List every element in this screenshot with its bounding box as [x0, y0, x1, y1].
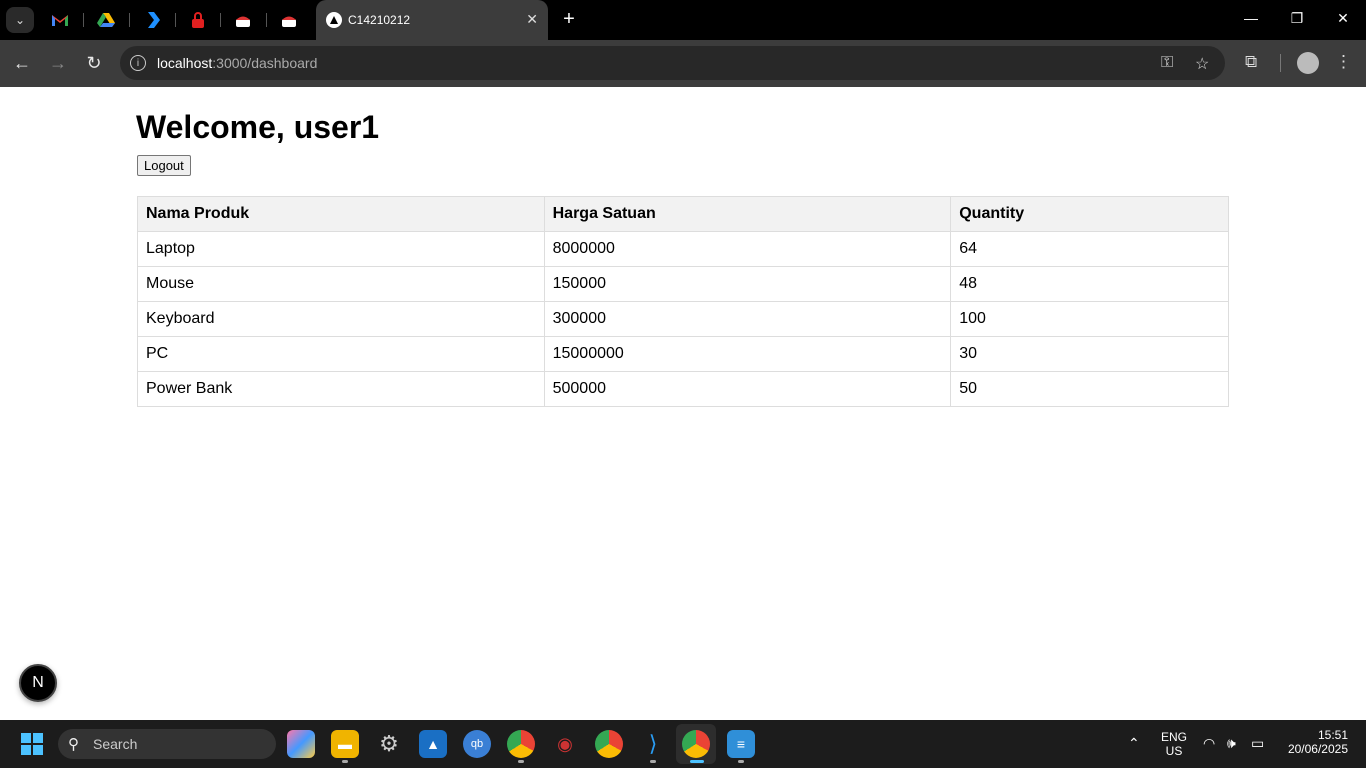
qbittorrent-icon[interactable]: qb: [463, 730, 491, 758]
obs-icon[interactable]: ◉: [551, 730, 579, 758]
taskbar-search[interactable]: ⚲ Search: [58, 729, 276, 759]
profile-avatar[interactable]: [1297, 52, 1319, 74]
site-info-icon[interactable]: i: [130, 55, 146, 71]
tray-overflow-chevron-icon[interactable]: ⌃: [1128, 735, 1140, 752]
product-name-cell: Mouse: [137, 266, 545, 302]
search-icon: ⚲: [68, 736, 79, 753]
logout-button[interactable]: Logout: [137, 155, 191, 176]
clock[interactable]: 15:51 20/06/2025: [1282, 728, 1348, 756]
table-row: Power Bank 500000 50: [137, 371, 1229, 407]
chrome-profile-icon[interactable]: [595, 730, 623, 758]
column-header-harga-satuan: Harga Satuan: [543, 196, 952, 232]
notepad-icon[interactable]: ≡: [727, 730, 755, 758]
quantity-cell: 50: [950, 371, 1229, 407]
minimize-icon[interactable]: —: [1241, 10, 1261, 26]
chrome-active-icon[interactable]: [682, 730, 710, 758]
gmail-icon: [52, 15, 68, 26]
unit-price-cell: 300000: [543, 301, 952, 337]
table-header-row: Nama Produk Harga Satuan Quantity: [137, 196, 1229, 232]
chrome-dev-icon[interactable]: [507, 730, 535, 758]
back-icon[interactable]: ←: [11, 52, 33, 74]
cake-pinned-tab-2[interactable]: [277, 8, 301, 32]
taskbar-search-label: Search: [93, 736, 138, 752]
page-content: Welcome, user1 Logout Nama Produk Harga …: [0, 87, 1366, 720]
column-header-nama-produk: Nama Produk: [137, 196, 545, 232]
volume-icon[interactable]: 🕪: [1227, 735, 1236, 752]
battery-icon[interactable]: ▭: [1251, 735, 1264, 752]
product-table: Nama Produk Harga Satuan Quantity Laptop…: [137, 196, 1229, 407]
product-name-cell: Laptop: [137, 231, 545, 267]
browser-toolbar: ← → ↻ i localhost:3000/dashboard ⚿ ☆ ⧉ ⋮: [0, 40, 1366, 87]
tab-strip: ⌄ C14210212 ✕ + — ❐ ✕: [0, 0, 1366, 40]
unit-price-cell: 500000: [543, 371, 952, 407]
vscode-icon[interactable]: ⟩: [639, 730, 667, 758]
azure-pinned-tab[interactable]: [141, 8, 165, 32]
gmail-pinned-tab[interactable]: [48, 8, 72, 32]
close-tab-icon[interactable]: ✕: [526, 11, 538, 28]
unit-price-cell: 15000000: [543, 336, 952, 372]
reload-icon[interactable]: ↻: [83, 52, 105, 74]
active-tab-title: C14210212: [348, 13, 411, 27]
bookmark-star-icon[interactable]: ☆: [1195, 54, 1209, 74]
new-tab-button[interactable]: +: [558, 8, 580, 30]
lock-icon: [192, 12, 204, 28]
unit-price-cell: 8000000: [543, 231, 952, 267]
table-row: Laptop 8000000 64: [137, 231, 1229, 267]
password-key-icon[interactable]: ⚿: [1161, 54, 1173, 72]
copilot-icon[interactable]: [287, 730, 315, 758]
cake-icon: [282, 16, 296, 27]
tab-search-button[interactable]: ⌄: [6, 7, 34, 33]
welcome-heading: Welcome, user1: [136, 109, 380, 145]
quantity-cell: 48: [950, 266, 1229, 302]
quantity-cell: 30: [950, 336, 1229, 372]
product-name-cell: Keyboard: [137, 301, 545, 337]
active-tab[interactable]: C14210212 ✕: [316, 0, 548, 40]
red-app-pinned-tab[interactable]: [186, 8, 210, 32]
product-name-cell: Power Bank: [137, 371, 545, 407]
close-window-icon[interactable]: ✕: [1333, 10, 1353, 27]
nextjs-favicon-icon: [326, 12, 342, 28]
file-explorer-icon[interactable]: ▬: [331, 730, 359, 758]
windows-taskbar: ⚲ Search ▬ ⚙ ▲ qb ◉ ⟩ ≡ ⌃ ENG US ◠ 🕪 ▭ 1…: [0, 720, 1366, 768]
product-name-cell: PC: [137, 336, 545, 372]
table-row: Mouse 150000 48: [137, 266, 1229, 302]
unit-price-cell: 150000: [543, 266, 952, 302]
windows-start-icon[interactable]: [21, 733, 43, 755]
url-text: localhost:3000/dashboard: [157, 55, 318, 71]
settings-gear-icon[interactable]: ⚙: [375, 730, 403, 758]
menu-kebab-icon[interactable]: ⋮: [1335, 52, 1352, 72]
drive-pinned-tab[interactable]: [94, 8, 118, 32]
language-indicator[interactable]: ENG US: [1160, 730, 1188, 758]
address-bar[interactable]: i localhost:3000/dashboard ⚿ ☆: [120, 46, 1225, 80]
cake-pinned-tab-1[interactable]: [231, 8, 255, 32]
quantity-cell: 100: [950, 301, 1229, 337]
restore-icon[interactable]: ❐: [1287, 10, 1307, 27]
column-header-quantity: Quantity: [950, 196, 1229, 232]
forward-icon[interactable]: →: [47, 52, 69, 74]
google-drive-icon: [97, 13, 115, 27]
extensions-icon[interactable]: ⧉: [1245, 52, 1257, 72]
chevron-app-icon: [148, 12, 160, 28]
table-row: Keyboard 300000 100: [137, 301, 1229, 337]
cake-icon: [236, 16, 250, 27]
quantity-cell: 64: [950, 231, 1229, 267]
nextjs-dev-indicator[interactable]: N: [19, 664, 57, 702]
photos-icon[interactable]: ▲: [419, 730, 447, 758]
wifi-icon[interactable]: ◠: [1203, 735, 1215, 752]
table-row: PC 15000000 30: [137, 336, 1229, 372]
